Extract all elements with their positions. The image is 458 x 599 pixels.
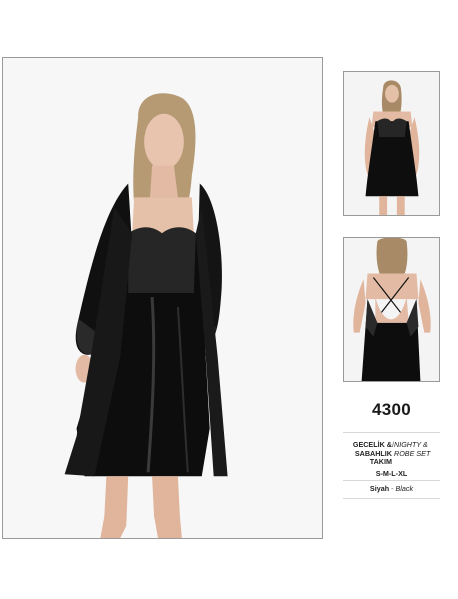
main-product-photo [2,57,323,539]
color-info: Siyah - Black [343,484,440,493]
size-range: S-M-L-XL [375,469,408,478]
color-separator: - [391,484,394,493]
divider-top [343,432,440,433]
product-name-turkish: GECELİK & SABAHLIK TAKIM [352,440,392,467]
front-view-photo [343,71,440,216]
product-name: GECELİK & SABAHLIK TAKIM / NIGHTY & ROBE… [343,440,445,469]
model-back-view-image [344,238,439,381]
product-name-english: NIGHTY & ROBE SET [394,440,431,458]
divider-bottom [343,498,440,499]
color-english: Black [395,484,414,493]
model-wearing-set-image [3,58,322,538]
model-front-view-image [344,72,439,215]
back-view-photo [343,237,440,382]
divider-middle [343,480,440,481]
color-turkish: Siyah [369,484,390,493]
model-code: 4300 [371,400,412,419]
